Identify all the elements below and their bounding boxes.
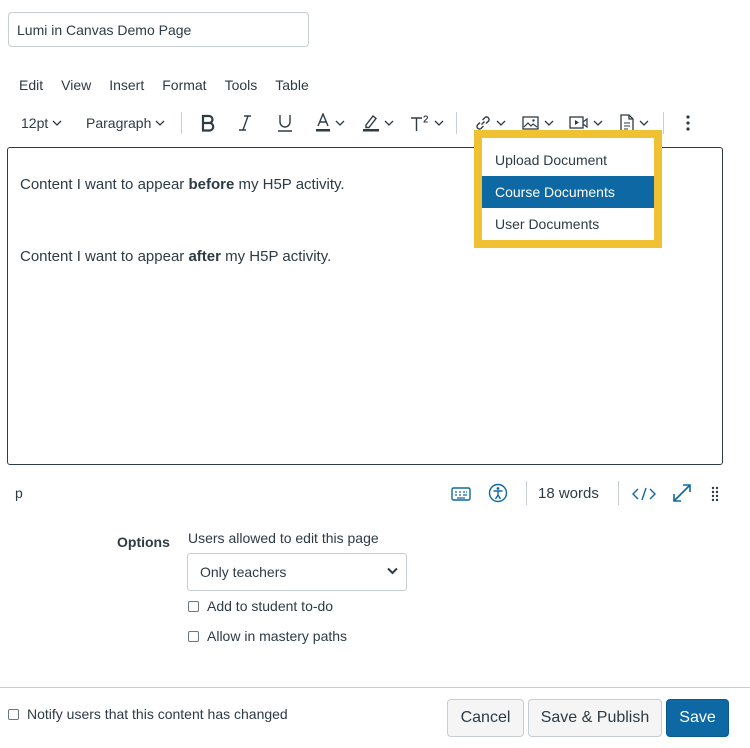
menu-insert[interactable]: Insert [100, 77, 153, 93]
menu-item-upload-document[interactable]: Upload Document [482, 144, 654, 176]
users-allowed-label: Users allowed to edit this page [188, 530, 379, 546]
editor-statusbar: p 18 words [7, 478, 737, 510]
italic-icon [239, 115, 251, 131]
menu-item-user-documents[interactable]: User Documents [482, 208, 654, 240]
mastery-paths-label[interactable]: Allow in mastery paths [207, 628, 347, 644]
notify-users-checkbox[interactable] [8, 708, 19, 720]
media-icon [569, 116, 588, 129]
save-button[interactable]: Save [666, 699, 729, 737]
toolbar-divider [181, 112, 182, 134]
options-label: Options [117, 534, 170, 550]
mastery-option: Allow in mastery paths [188, 628, 347, 644]
menu-table[interactable]: Table [266, 77, 317, 93]
font-size-label: 12pt [21, 115, 49, 131]
statusbar-divider [526, 481, 527, 505]
block-format-dropdown[interactable]: Paragraph [86, 108, 165, 138]
toolbar-divider [456, 112, 457, 134]
html-code-icon[interactable] [632, 487, 656, 501]
cancel-button[interactable]: Cancel [447, 699, 524, 737]
font-size-dropdown[interactable]: 12pt [21, 108, 62, 138]
highlight-icon [363, 114, 379, 132]
image-icon [522, 116, 539, 130]
page-title-input[interactable] [8, 12, 309, 47]
fullscreen-icon[interactable] [672, 483, 692, 503]
underline-button[interactable] [277, 108, 293, 138]
accessibility-icon[interactable] [488, 483, 508, 503]
chevron-down-icon [544, 120, 554, 126]
select-value: Only teachers [200, 564, 287, 580]
chevron-down-icon [335, 120, 345, 126]
more-icon [686, 115, 690, 131]
text-color-icon [316, 113, 330, 132]
todo-option: Add to student to-do [188, 598, 333, 614]
editor-paragraph: Content I want to appear before my H5P a… [20, 176, 345, 193]
italic-button[interactable] [238, 108, 252, 138]
editor-menubar: Edit View Insert Format Tools Table [10, 73, 318, 97]
paragraph-text: Content I want to appear [20, 176, 189, 193]
chevron-down-icon [434, 120, 444, 126]
chevron-down-icon [593, 120, 603, 126]
element-path[interactable]: p [15, 485, 23, 501]
toolbar-divider [663, 112, 664, 134]
save-and-publish-button[interactable]: Save & Publish [528, 699, 662, 737]
menu-format[interactable]: Format [153, 77, 215, 93]
underline-icon [278, 115, 292, 132]
paragraph-text: Content I want to appear [20, 248, 189, 265]
highlight-button[interactable] [362, 108, 394, 138]
paragraph-text: my H5P activity. [234, 176, 345, 193]
more-toolbar-button[interactable] [686, 108, 690, 138]
document-dropdown-menu: Upload Document Course Documents User Do… [474, 130, 662, 248]
superscript-button[interactable] [410, 108, 444, 138]
chevron-down-icon [387, 567, 398, 575]
add-to-todo-checkbox[interactable] [188, 600, 199, 612]
bold-text: before [188, 176, 235, 193]
notify-users-label[interactable]: Notify users that this content has chang… [27, 706, 288, 722]
bold-button[interactable] [200, 108, 216, 138]
resize-handle-icon[interactable] [711, 486, 719, 502]
bold-icon [201, 114, 215, 132]
chevron-down-icon [52, 120, 62, 126]
chevron-down-icon [155, 120, 165, 126]
bold-text: after [188, 248, 221, 265]
menu-view[interactable]: View [52, 77, 100, 93]
add-to-todo-label[interactable]: Add to student to-do [207, 598, 333, 614]
chevron-down-icon [639, 120, 649, 126]
mastery-paths-checkbox[interactable] [188, 630, 199, 642]
text-color-button[interactable] [315, 108, 345, 138]
chevron-down-icon [496, 120, 506, 126]
word-count: 18 words [538, 485, 599, 502]
chevron-down-icon [384, 120, 394, 126]
notify-option: Notify users that this content has chang… [8, 706, 288, 722]
menu-item-course-documents[interactable]: Course Documents [482, 176, 654, 208]
page-footer: Notify users that this content has chang… [0, 687, 750, 748]
paragraph-text: my H5P activity. [220, 248, 332, 265]
edit-permission-select[interactable]: Only teachers [187, 553, 407, 591]
superscript-icon [411, 115, 429, 131]
menu-edit[interactable]: Edit [10, 77, 52, 93]
keyboard-icon[interactable] [451, 486, 471, 502]
menu-tools[interactable]: Tools [216, 77, 267, 93]
statusbar-divider [618, 481, 619, 505]
block-format-label: Paragraph [86, 115, 152, 131]
editor-paragraph: Content I want to appear after my H5P ac… [20, 248, 331, 265]
